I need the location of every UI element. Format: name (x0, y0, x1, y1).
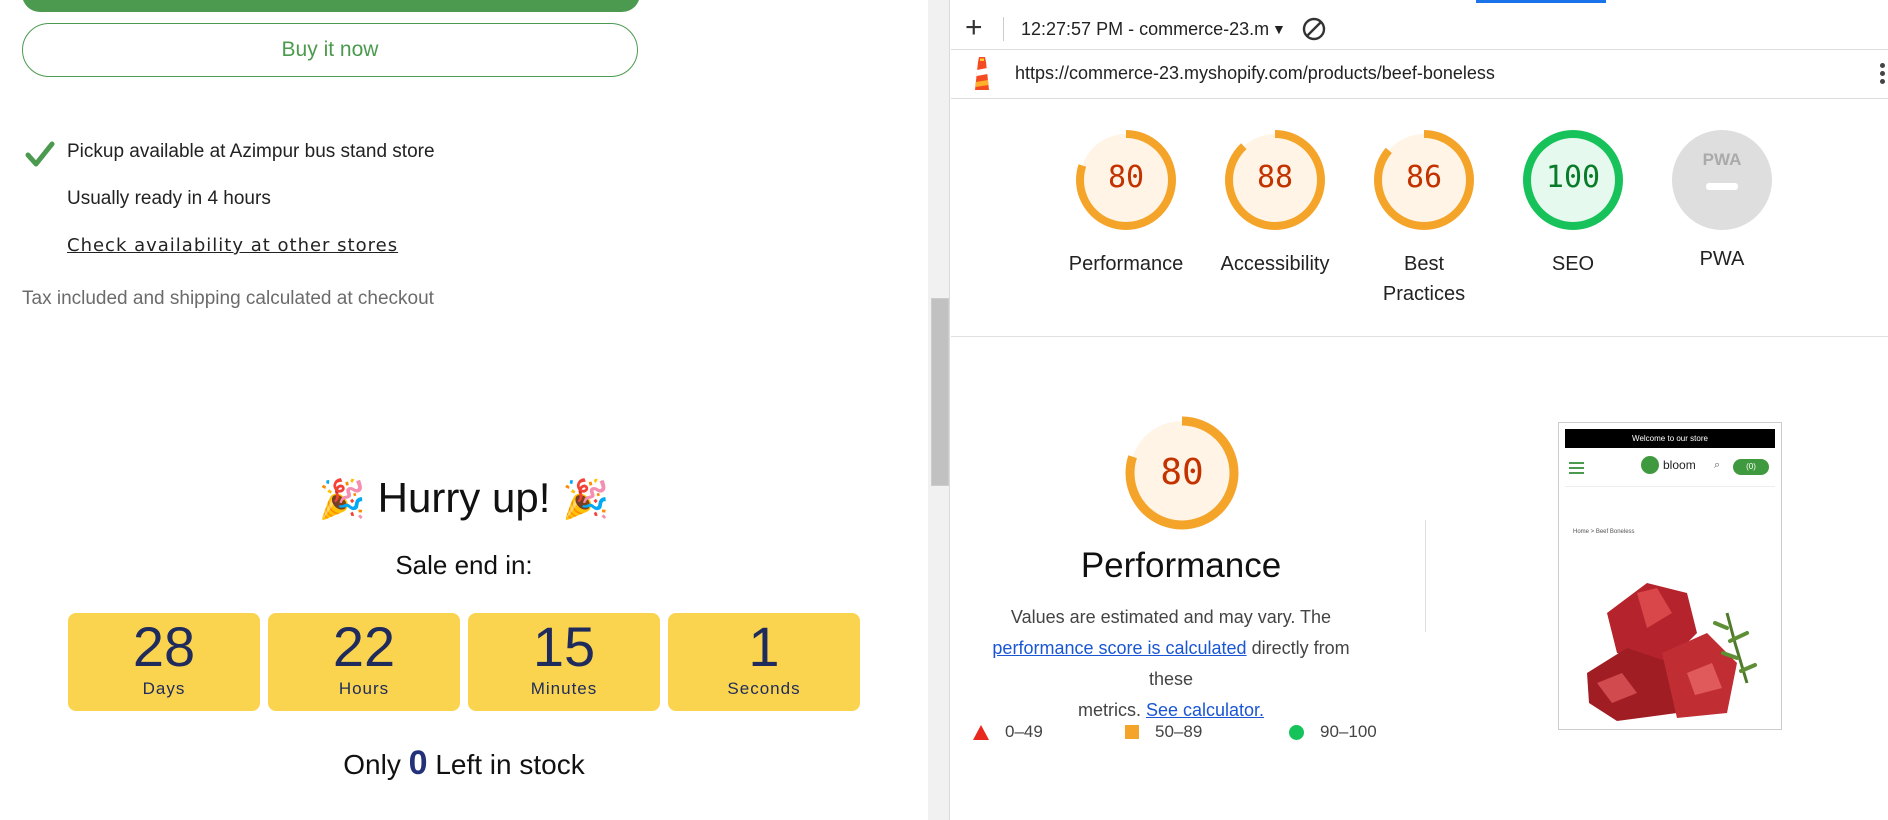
thumb-menu-icon (1569, 459, 1584, 477)
clear-block-icon[interactable] (1301, 16, 1327, 42)
thumb-cart-badge: (0) (1733, 459, 1769, 475)
desc-text: Values are estimated and may vary. The (1010, 607, 1332, 627)
thumb-search-icon: ⌕ (1714, 459, 1721, 471)
stock-count: 0 (408, 744, 428, 782)
thumb-breadcrumb: Home > Beef Boneless (1573, 529, 1635, 535)
stock-suffix: Left in stock (435, 749, 585, 780)
countdown-seconds: 1 Seconds (668, 613, 860, 711)
fail-triangle-icon (973, 724, 989, 740)
section-divider (1425, 520, 1426, 632)
countdown-unit: Minutes (530, 679, 598, 698)
countdown-timer: 28 Days 22 Hours 15 Minutes 1 Seconds (68, 613, 860, 711)
active-tab-indicator (1476, 0, 1606, 8)
party-popper-icon: 🎉 (562, 479, 610, 521)
countdown-days: 28 Days (68, 613, 260, 711)
new-report-plus-icon[interactable]: + (965, 12, 983, 44)
performance-detail-score: 80 (1160, 452, 1204, 493)
thumb-divider (1565, 486, 1775, 487)
thumb-leaf-icon (1641, 456, 1659, 474)
pickup-check-icon (24, 138, 56, 170)
thumb-banner: Welcome to our store (1565, 429, 1775, 448)
legend-range: 90–100 (1320, 722, 1377, 741)
gauge-label: PWA (1699, 248, 1745, 270)
gauge-label: Performance (1068, 253, 1184, 275)
gauge-performance[interactable]: 80 Performance (1056, 130, 1196, 279)
countdown-unit: Hours (338, 679, 390, 698)
page-screenshot-thumbnail[interactable]: Welcome to our store bloom ⌕ (0) Home > … (1558, 422, 1782, 730)
countdown-minutes: 15 Minutes (468, 613, 660, 711)
pickup-availability-text: Pickup available at Azimpur bus stand st… (67, 141, 435, 162)
countdown-value: 22 (332, 615, 396, 678)
countdown-value: 15 (532, 615, 596, 678)
legend-pass: 90–100 (1289, 722, 1377, 742)
store-page: Buy it now Pickup available at Azimpur b… (0, 0, 928, 820)
lighthouse-toolbar: + 12:27:57 PM - commerce-23.m ▼ (951, 9, 1888, 50)
page-scrollbar[interactable] (928, 0, 950, 820)
countdown-value: 1 (748, 615, 780, 678)
report-selector[interactable]: 12:27:57 PM - commerce-23.m (1021, 19, 1269, 40)
legend-fail: 0–49 (973, 722, 1043, 742)
countdown-unit: Seconds (727, 679, 801, 698)
pwa-badge-text: PWA (1702, 150, 1742, 169)
scrollbar-thumb[interactable] (931, 298, 949, 486)
thumb-logo-text: bloom (1663, 458, 1696, 472)
party-popper-icon: 🎉 (318, 479, 366, 521)
gauge-label: SEO (1551, 253, 1595, 275)
pass-circle-icon (1289, 724, 1304, 740)
countdown-value: 28 (132, 615, 196, 678)
lighthouse-logo-icon (975, 57, 989, 90)
gauge-best-practices[interactable]: 86 Best Practices (1354, 130, 1494, 309)
gauge-label: Best Practices (1382, 253, 1466, 305)
lighthouse-panel: + 12:27:57 PM - commerce-23.m ▼ https://… (951, 0, 1888, 820)
gauge-score: 88 (1256, 160, 1294, 195)
gauge-pwa[interactable]: PWA PWA (1652, 130, 1792, 274)
gauge-score: 80 (1107, 160, 1145, 195)
stock-prefix: Only (343, 749, 401, 780)
gauge-accessibility[interactable]: 88 Accessibility (1205, 130, 1345, 279)
legend-range: 50–89 (1155, 722, 1203, 741)
pwa-badge-icon: PWA (1672, 130, 1772, 230)
performance-score-link[interactable]: performance score is calculated (992, 638, 1246, 658)
hurry-heading: 🎉 Hurry up! 🎉 (0, 474, 928, 522)
countdown-hours: 22 Hours (268, 613, 460, 711)
beef-product-image (1587, 583, 1757, 721)
audited-url: https://commerce-23.myshopify.com/produc… (1015, 63, 1495, 83)
tax-note: Tax included and shipping calculated at … (22, 288, 434, 309)
legend-average: 50–89 (1125, 722, 1202, 742)
performance-description: Values are estimated and may vary. The p… (971, 602, 1371, 726)
toolbar-divider (1003, 17, 1004, 41)
performance-detail-title: Performance (1080, 546, 1282, 585)
more-options-icon[interactable] (1878, 60, 1888, 90)
gauge-label: Accessibility (1220, 253, 1330, 275)
gauge-seo[interactable]: 100 SEO (1503, 130, 1643, 279)
sale-end-label: Sale end in: (395, 550, 533, 580)
gauge-score: 100 (1545, 160, 1601, 195)
add-to-cart-button[interactable] (22, 0, 640, 12)
buy-it-now-button[interactable]: Buy it now (22, 23, 638, 77)
score-legend: 0–49 50–89 90–100 (973, 722, 1403, 746)
pickup-ready-text: Usually ready in 4 hours (67, 188, 271, 209)
legend-range: 0–49 (1005, 722, 1043, 741)
countdown-unit: Days (142, 679, 186, 698)
report-dropdown-arrow-icon[interactable]: ▼ (1272, 21, 1286, 37)
hurry-text: Hurry up! (377, 474, 551, 521)
desc-text: metrics. (1077, 700, 1141, 720)
gauge-score: 86 (1405, 160, 1443, 195)
thumb-logo: bloom (1641, 456, 1696, 474)
check-availability-link[interactable]: Check availability at other stores (67, 235, 398, 256)
category-gauges: 80 Performance 88 Accessibility 86 Best … (951, 100, 1888, 337)
average-square-icon (1125, 725, 1139, 739)
stock-status: Only 0 Left in stock (0, 744, 928, 783)
see-calculator-link[interactable]: See calculator. (1146, 700, 1264, 720)
pwa-dash (1706, 183, 1738, 190)
url-bar: https://commerce-23.myshopify.com/produc… (951, 50, 1888, 99)
